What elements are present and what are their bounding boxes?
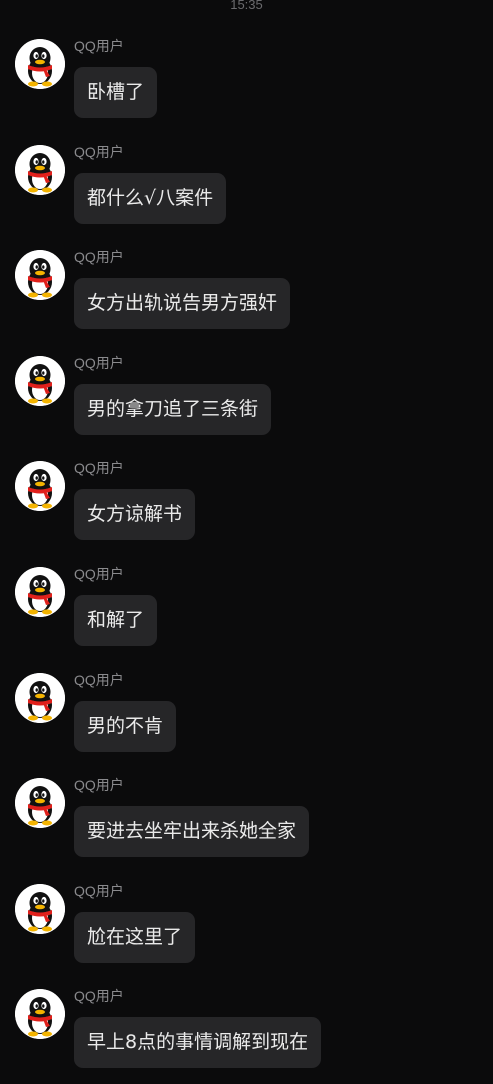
message-row: QQ用户 早上8点的事情调解到现在 [0,988,493,1084]
message-timestamp: 15:35 [230,0,263,12]
qq-penguin-avatar-icon[interactable] [15,778,65,829]
sender-name: QQ用户 [74,38,124,54]
message-bubble[interactable]: 男的拿刀追了三条街 [74,383,272,435]
sender-name: QQ用户 [74,671,124,688]
message-row: QQ用户 男的不肯 [0,671,493,773]
message-row: QQ用户 女方出轨说告男方强奸 [0,249,493,350]
message-bubble[interactable]: 要进去坐牢出来杀她全家 [74,806,310,858]
message-row: QQ用户 要进去坐牢出来杀她全家 [0,777,493,878]
qq-penguin-avatar-icon[interactable] [15,144,65,195]
message-bubble[interactable]: 和解了 [74,595,158,646]
message-bubble[interactable]: 女方出轨说告男方强奸 [74,278,291,330]
qq-penguin-avatar-icon[interactable] [15,989,65,1040]
chat-screen: 15:35 QQ用户 卧槽了 QQ用户 都什么√八案件 QQ用户 女方出轨说告男… [0,0,493,1084]
message-bubble[interactable]: 男的不肯 [74,700,177,752]
qq-penguin-avatar-icon[interactable] [15,567,65,617]
qq-penguin-avatar-icon[interactable] [15,250,65,301]
message-bubble[interactable]: 早上8点的事情调解到现在 [74,1017,322,1069]
message-row: QQ用户 尬在这里了 [0,882,493,984]
message-row: QQ用户 卧槽了 [0,38,493,139]
message-bubble[interactable]: 都什么√八案件 [74,172,227,224]
qq-penguin-avatar-icon[interactable] [15,672,65,723]
message-bubble[interactable]: 女方谅解书 [74,489,196,541]
qq-penguin-avatar-icon[interactable] [15,883,65,934]
sender-name: QQ用户 [74,143,124,160]
sender-name: QQ用户 [74,777,124,794]
message-bubble[interactable]: 卧槽了 [74,67,158,118]
qq-penguin-avatar-icon[interactable] [15,461,65,512]
message-row: QQ用户 女方谅解书 [0,460,493,561]
qq-penguin-avatar-icon[interactable] [15,355,65,406]
sender-name: QQ用户 [74,249,124,266]
sender-name: QQ用户 [74,988,124,1005]
sender-name: QQ用户 [74,354,124,371]
sender-name: QQ用户 [74,882,124,899]
message-row: QQ用户 男的拿刀追了三条街 [0,354,493,456]
message-row: QQ用户 都什么√八案件 [0,143,493,245]
qq-penguin-avatar-icon[interactable] [15,39,65,89]
message-bubble[interactable]: 尬在这里了 [74,911,196,963]
sender-name: QQ用户 [74,566,124,582]
sender-name: QQ用户 [74,460,124,477]
message-row: QQ用户 和解了 [0,566,493,667]
